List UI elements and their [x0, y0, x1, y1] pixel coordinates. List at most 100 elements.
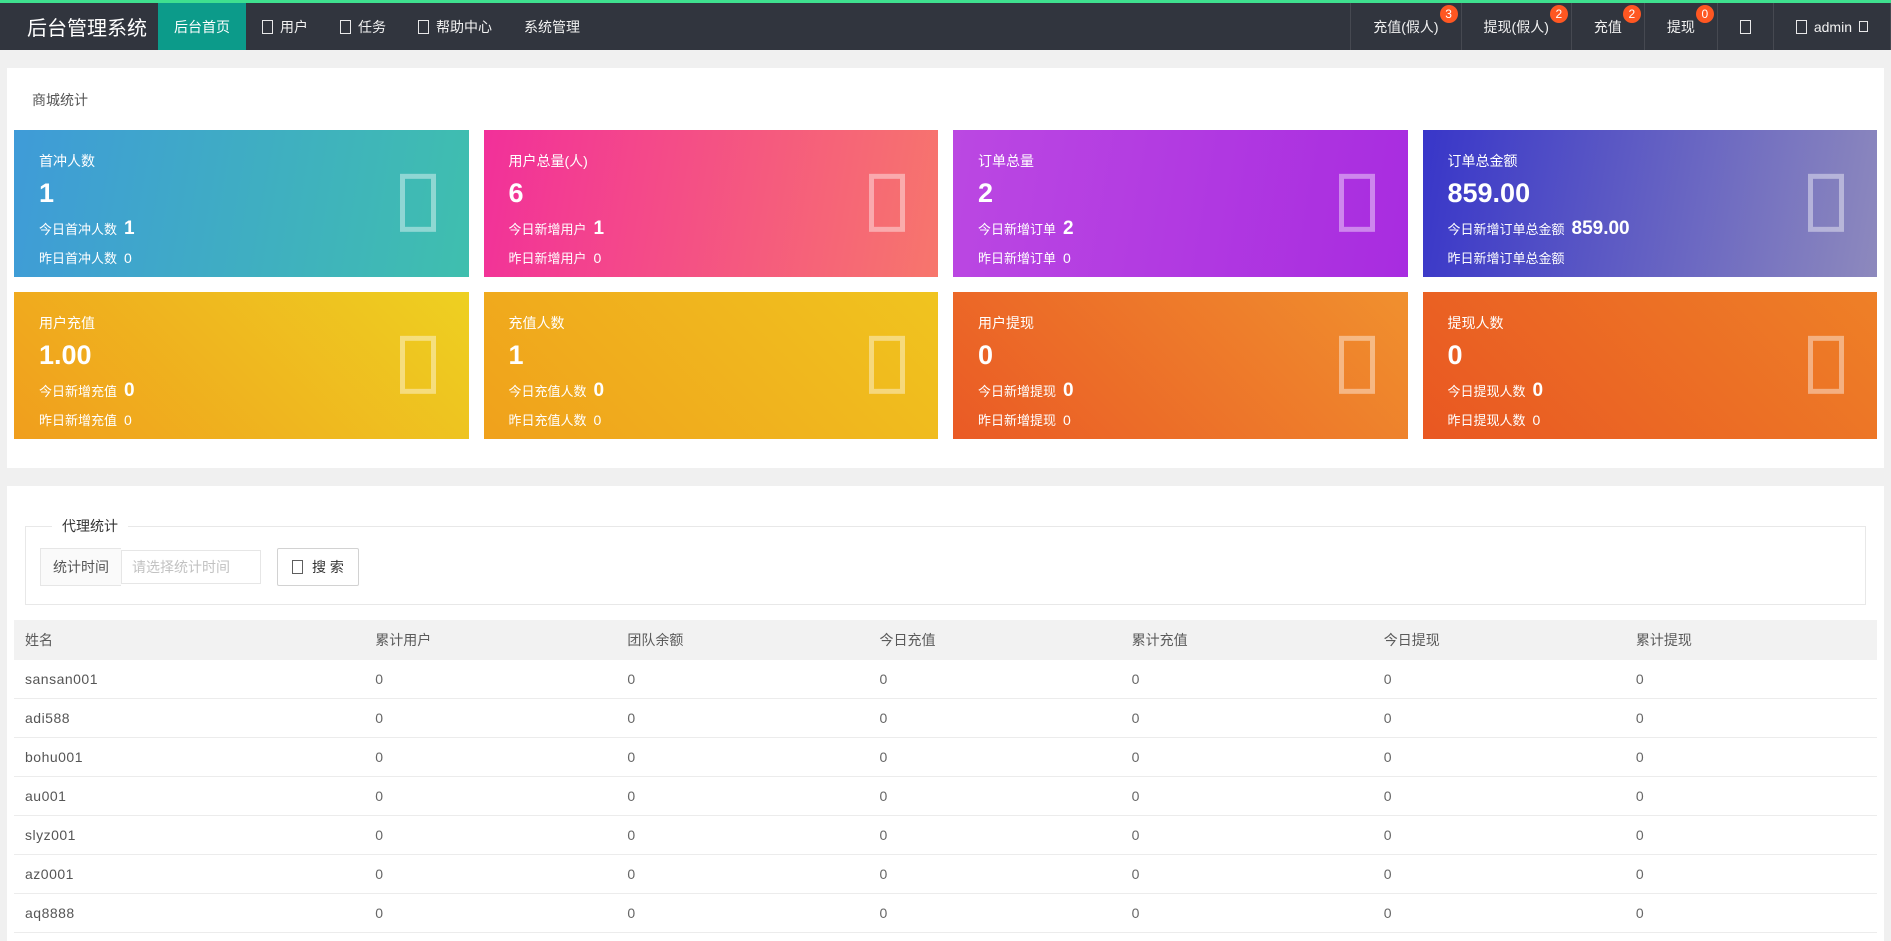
agent-value-cell: 0: [1625, 855, 1877, 894]
nav-item-tasks[interactable]: 任务: [324, 3, 402, 50]
today-label: 今日首冲人数: [39, 219, 117, 238]
agent-name-cell: bohu001: [14, 738, 364, 777]
agent-value-cell: 0: [1373, 738, 1625, 777]
agent-value-cell: 0: [1121, 699, 1373, 738]
agent-table-header-cell: 累计用户: [364, 620, 616, 660]
card-glyph-icon: [1808, 173, 1844, 231]
agent-table-header-cell: 累计提现: [1625, 620, 1877, 660]
nav-item-help-center[interactable]: 帮助中心: [402, 3, 508, 50]
agent-value-cell: 0: [1121, 855, 1373, 894]
agent-value-cell: 0: [1625, 699, 1877, 738]
nav-item-withdraw[interactable]: 提现 0: [1644, 3, 1717, 50]
table-row: au001000000: [14, 777, 1877, 816]
agent-name-cell: au001: [14, 777, 364, 816]
agent-value-cell: 0: [364, 816, 616, 855]
nav-item-system-settings[interactable]: 系统管理: [508, 3, 596, 50]
stat-card-title: 提现人数: [1448, 313, 1853, 333]
agent-value-cell: 0: [364, 777, 616, 816]
agent-name-cell: sansan001: [14, 660, 364, 699]
nav-item-users[interactable]: 用户: [246, 3, 324, 50]
stat-card-user-withdraw: 用户提现 0 今日新增提现 0 昨日新增提现 0: [953, 292, 1408, 439]
today-value: 2: [1063, 218, 1074, 240]
stat-card-first-charge-users: 首冲人数 1 今日首冲人数 1 昨日首冲人数 0: [14, 130, 469, 277]
agent-name-cell: az0001: [14, 855, 364, 894]
yesterday-value: 0: [594, 412, 602, 428]
agent-value-cell: 0: [364, 894, 616, 933]
nav-item-home[interactable]: 后台首页: [158, 3, 246, 50]
agent-value-cell: 0: [364, 738, 616, 777]
search-button[interactable]: 搜 索: [277, 548, 359, 586]
admin-username: admin: [1814, 19, 1852, 35]
yesterday-value: 0: [594, 250, 602, 266]
yesterday-label: 昨日提现人数: [1448, 410, 1526, 429]
stat-card-yesterday-line: 昨日新增充值 0: [39, 410, 444, 429]
shop-stats-title: 商城统计: [32, 90, 1877, 110]
stat-card-title: 用户充值: [39, 313, 444, 333]
agent-value-cell: 0: [616, 855, 868, 894]
today-label: 今日新增提现: [978, 381, 1056, 400]
agent-stats-fieldset: 代理统计 统计时间 搜 索: [25, 516, 1866, 605]
today-value: 859.00: [1572, 218, 1630, 240]
table-row: bohu001000000: [14, 738, 1877, 777]
app-title: 后台管理系统: [0, 3, 158, 50]
stat-card-recharge-users: 充值人数 1 今日充值人数 0 昨日充值人数 0: [484, 292, 939, 439]
nav-item-recharge-fake[interactable]: 充值(假人) 3: [1350, 3, 1460, 50]
nav-item-admin-menu[interactable]: admin: [1773, 3, 1891, 50]
table-row: az0001000000: [14, 855, 1877, 894]
search-icon: [292, 560, 303, 574]
stat-time-input[interactable]: [121, 550, 261, 584]
stat-card-today-line: 今日充值人数 0: [509, 380, 914, 402]
agent-value-cell: 0: [616, 816, 868, 855]
stat-cards-grid: 首冲人数 1 今日首冲人数 1 昨日首冲人数 0 用户总量(人) 6 今日新增用…: [14, 130, 1877, 439]
today-label: 今日充值人数: [509, 381, 587, 400]
stat-card-value: 1.00: [39, 340, 444, 371]
task-icon: [340, 20, 351, 34]
stat-card-today-line: 今日新增订单总金额 859.00: [1448, 218, 1853, 240]
agent-table-header-cell: 姓名: [14, 620, 364, 660]
card-glyph-icon: [400, 335, 436, 393]
agent-name-cell: aq8888: [14, 894, 364, 933]
card-glyph-icon: [1339, 173, 1375, 231]
nav-item-withdraw-fake[interactable]: 提现(假人) 2: [1461, 3, 1571, 50]
agent-value-cell: 0: [364, 660, 616, 699]
withdraw-fake-badge: 2: [1550, 5, 1568, 23]
agent-value-cell: 0: [1121, 738, 1373, 777]
nav-item-label: 系统管理: [524, 17, 580, 37]
stat-card-total-orders: 订单总量 2 今日新增订单 2 昨日新增订单 0: [953, 130, 1408, 277]
table-row: slyz001000000: [14, 816, 1877, 855]
stat-card-value: 6: [509, 178, 914, 209]
yesterday-label: 昨日充值人数: [509, 410, 587, 429]
yesterday-value: 0: [1533, 412, 1541, 428]
yesterday-label: 昨日新增充值: [39, 410, 117, 429]
stat-card-today-line: 今日新增用户 1: [509, 218, 914, 240]
stat-card-value: 0: [978, 340, 1383, 371]
agent-value-cell: 0: [868, 816, 1120, 855]
agent-value-cell: 0: [1373, 699, 1625, 738]
agent-stats-legend: 代理统计: [52, 516, 128, 536]
nav-item-recharge[interactable]: 充值 2: [1571, 3, 1644, 50]
agent-value-cell: 0: [868, 738, 1120, 777]
agent-value-cell: 0: [868, 699, 1120, 738]
navbar-right: 充值(假人) 3 提现(假人) 2 充值 2 提现 0 admin: [1350, 3, 1891, 50]
agent-table-header-cell: 今日提现: [1373, 620, 1625, 660]
user-icon: [262, 20, 273, 34]
agent-value-cell: 0: [616, 894, 868, 933]
stat-card-user-recharge: 用户充值 1.00 今日新增充值 0 昨日新增充值 0: [14, 292, 469, 439]
agent-value-cell: 0: [616, 660, 868, 699]
agent-value-cell: 0: [1625, 777, 1877, 816]
stat-card-today-line: 今日提现人数 0: [1448, 380, 1853, 402]
stat-card-title: 充值人数: [509, 313, 914, 333]
nav-item-tool[interactable]: [1717, 3, 1773, 50]
stat-card-yesterday-line: 昨日首冲人数 0: [39, 248, 444, 267]
stat-card-order-total-amount: 订单总金额 859.00 今日新增订单总金额 859.00 昨日新增订单总金额: [1423, 130, 1878, 277]
agent-value-cell: 0: [1625, 660, 1877, 699]
stat-card-today-line: 今日首冲人数 1: [39, 218, 444, 240]
stat-card-value: 0: [1448, 340, 1853, 371]
agent-value-cell: 0: [868, 660, 1120, 699]
stat-card-today-line: 今日新增提现 0: [978, 380, 1383, 402]
nav-item-label: 后台首页: [174, 17, 230, 37]
search-button-label: 搜 索: [312, 557, 344, 577]
shop-stats-panel: 商城统计 首冲人数 1 今日首冲人数 1 昨日首冲人数 0 用户总量(人) 6 …: [7, 68, 1884, 468]
recharge-fake-badge: 3: [1440, 5, 1458, 23]
agent-stats-table: 姓名累计用户团队余额今日充值累计充值今日提现累计提现 sansan0010000…: [14, 620, 1877, 933]
